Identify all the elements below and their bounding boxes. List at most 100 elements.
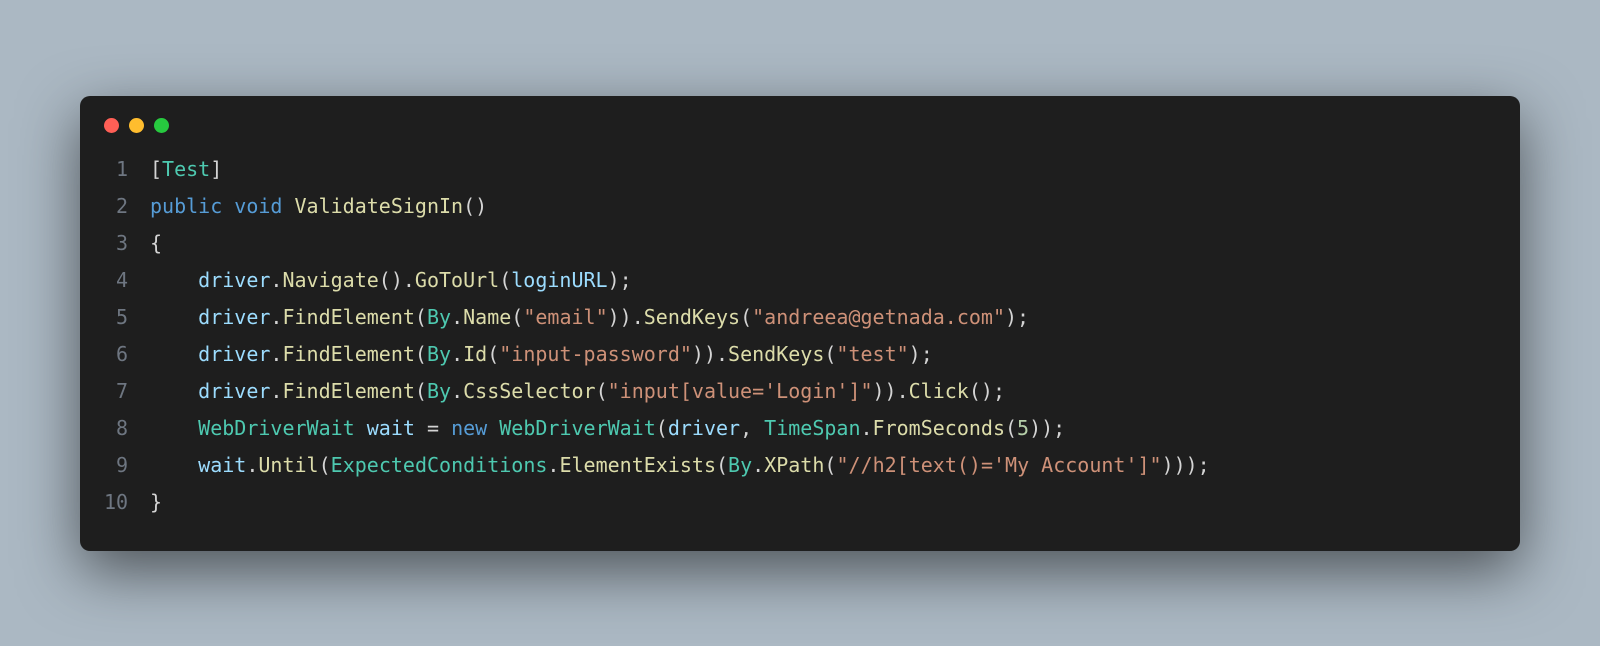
token: SendKeys (644, 305, 740, 329)
line-number: 1 (104, 151, 150, 188)
titlebar (80, 118, 1520, 151)
code-line: 1[Test] (104, 151, 1496, 188)
line-content: wait.Until(ExpectedConditions.ElementExi… (150, 447, 1496, 484)
zoom-icon[interactable] (154, 118, 169, 133)
token: By (427, 305, 451, 329)
token: () (463, 194, 487, 218)
token: WebDriverWait (499, 416, 656, 440)
token: ( (656, 416, 668, 440)
token: , (740, 416, 764, 440)
line-number: 8 (104, 410, 150, 447)
token: loginURL (511, 268, 607, 292)
line-number: 5 (104, 299, 150, 336)
token: FindElement (282, 305, 414, 329)
token: . (861, 416, 873, 440)
code-line: 4 driver.Navigate().GoToUrl(loginURL); (104, 262, 1496, 299)
code-line: 2public void ValidateSignIn() (104, 188, 1496, 225)
token: driver (198, 342, 270, 366)
token: = (415, 416, 451, 440)
token: )). (692, 342, 728, 366)
token: wait (367, 416, 415, 440)
code-line: 10} (104, 484, 1496, 521)
token: driver (198, 305, 270, 329)
token: . (270, 342, 282, 366)
token: ( (415, 342, 427, 366)
token: ( (1005, 416, 1017, 440)
token: public (150, 194, 222, 218)
indent (150, 305, 198, 329)
code-line: 3{ (104, 225, 1496, 262)
token: ( (415, 305, 427, 329)
token: . (270, 305, 282, 329)
token: Name (463, 305, 511, 329)
token: ] (210, 157, 222, 181)
token: . (547, 453, 559, 477)
token: "andreea@getnada.com" (752, 305, 1005, 329)
token: ( (415, 379, 427, 403)
line-content: driver.Navigate().GoToUrl(loginURL); (150, 262, 1496, 299)
token: By (427, 342, 451, 366)
line-content: } (150, 484, 1496, 521)
indent (150, 379, 198, 403)
token: ); (1005, 305, 1029, 329)
indent (150, 342, 198, 366)
token: driver (198, 268, 270, 292)
line-content: { (150, 225, 1496, 262)
token (487, 416, 499, 440)
indent (150, 453, 198, 477)
token: ( (487, 342, 499, 366)
line-number: 3 (104, 225, 150, 262)
code-line: 8 WebDriverWait wait = new WebDriverWait… (104, 410, 1496, 447)
code-window: 1[Test]2public void ValidateSignIn()3{4 … (80, 96, 1520, 551)
token: . (451, 379, 463, 403)
token: Navigate (282, 268, 378, 292)
token: ( (740, 305, 752, 329)
token: GoToUrl (415, 268, 499, 292)
token: . (270, 379, 282, 403)
code-block[interactable]: 1[Test]2public void ValidateSignIn()3{4 … (80, 151, 1520, 521)
token: { (150, 231, 162, 255)
token: ( (511, 305, 523, 329)
token: SendKeys (728, 342, 824, 366)
line-content: driver.FindElement(By.Id("input-password… (150, 336, 1496, 373)
token: ( (716, 453, 728, 477)
token: ); (909, 342, 933, 366)
code-line: 7 driver.FindElement(By.CssSelector("inp… (104, 373, 1496, 410)
token: ( (596, 379, 608, 403)
line-number: 6 (104, 336, 150, 373)
code-line: 5 driver.FindElement(By.Name("email")).S… (104, 299, 1496, 336)
line-number: 4 (104, 262, 150, 299)
token: ( (824, 342, 836, 366)
token: . (451, 305, 463, 329)
code-line: 6 driver.FindElement(By.Id("input-passwo… (104, 336, 1496, 373)
token: XPath (764, 453, 824, 477)
token: Until (258, 453, 318, 477)
line-content: WebDriverWait wait = new WebDriverWait(d… (150, 410, 1496, 447)
token: wait (198, 453, 246, 477)
token: )). (873, 379, 909, 403)
indent (150, 268, 198, 292)
line-number: 2 (104, 188, 150, 225)
token: FindElement (282, 379, 414, 403)
token: FromSeconds (873, 416, 1005, 440)
line-content: public void ValidateSignIn() (150, 188, 1496, 225)
token: TimeSpan (764, 416, 860, 440)
token: driver (668, 416, 740, 440)
close-icon[interactable] (104, 118, 119, 133)
line-content: driver.FindElement(By.CssSelector("input… (150, 373, 1496, 410)
token: ( (319, 453, 331, 477)
line-content: driver.FindElement(By.Name("email")).Sen… (150, 299, 1496, 336)
line-number: 10 (104, 484, 150, 521)
token: . (451, 342, 463, 366)
token: CssSelector (463, 379, 595, 403)
token: . (246, 453, 258, 477)
token: "email" (523, 305, 607, 329)
token: ))); (1162, 453, 1210, 477)
token: Test (162, 157, 210, 181)
line-number: 7 (104, 373, 150, 410)
token (355, 416, 367, 440)
minimize-icon[interactable] (129, 118, 144, 133)
token: "test" (836, 342, 908, 366)
token: (). (379, 268, 415, 292)
token: "//h2[text()='My Account']" (836, 453, 1161, 477)
